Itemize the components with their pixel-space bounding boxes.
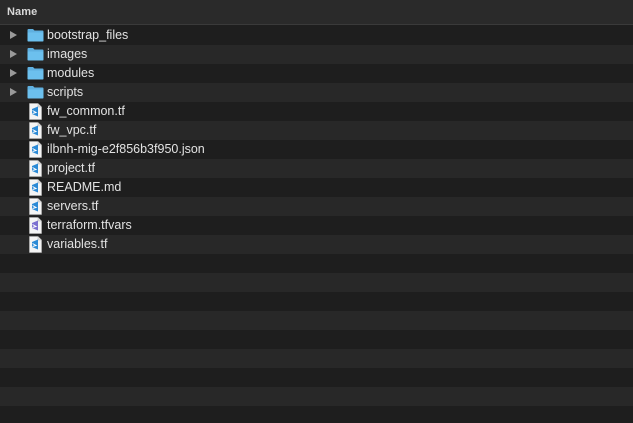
disclosure-triangle-icon[interactable] [10, 69, 17, 77]
empty-row [0, 292, 633, 311]
vscode-file-icon [29, 103, 42, 120]
empty-row [0, 311, 633, 330]
item-name: modules [47, 66, 95, 80]
item-name: README.md [47, 180, 122, 194]
folder-icon [27, 66, 44, 80]
file-row[interactable]: project.tf [0, 159, 633, 178]
vscode-file-icon [29, 141, 42, 158]
disclosure-triangle-icon[interactable] [10, 50, 17, 58]
item-name: fw_vpc.tf [47, 123, 97, 137]
item-name: scripts [47, 85, 84, 99]
file-row[interactable]: servers.tf [0, 197, 633, 216]
name-column-header[interactable]: Name [7, 6, 37, 18]
vscode-file-icon [29, 198, 42, 215]
file-row[interactable]: ilbnh-mig-e2f856b3f950.json [0, 140, 633, 159]
item-name: bootstrap_files [47, 28, 129, 42]
empty-row [0, 368, 633, 387]
empty-row [0, 406, 633, 423]
folder-row[interactable]: images [0, 45, 633, 64]
folder-row[interactable]: scripts [0, 83, 633, 102]
item-name: terraform.tfvars [47, 218, 132, 232]
vscode-file-icon [29, 236, 42, 253]
item-name: images [47, 47, 88, 61]
vscode-file-icon [29, 179, 42, 196]
folder-icon [27, 47, 44, 61]
disclosure-triangle-icon[interactable] [10, 31, 17, 39]
folder-row[interactable]: modules [0, 64, 633, 83]
vscode-file-icon [29, 122, 42, 139]
file-row[interactable]: README.md [0, 178, 633, 197]
empty-row [0, 349, 633, 368]
item-name: project.tf [47, 161, 95, 175]
file-row[interactable]: fw_common.tf [0, 102, 633, 121]
file-row[interactable]: terraform.tfvars [0, 216, 633, 235]
folder-icon [27, 85, 44, 99]
empty-row [0, 273, 633, 292]
item-name: ilbnh-mig-e2f856b3f950.json [47, 142, 205, 156]
item-name: fw_common.tf [47, 104, 125, 118]
empty-row [0, 330, 633, 349]
empty-row [0, 254, 633, 273]
file-row[interactable]: variables.tf [0, 235, 633, 254]
column-header: Name [0, 0, 633, 25]
folder-icon [27, 28, 44, 42]
empty-row [0, 387, 633, 406]
vscode-file-icon [29, 160, 42, 177]
tfvars-file-icon [29, 217, 42, 234]
file-browser: Name bootstrap_filesimages modules scripts… [0, 0, 633, 423]
file-row[interactable]: fw_vpc.tf [0, 121, 633, 140]
file-list: bootstrap_filesimages modules scripts fw_co… [0, 26, 633, 423]
folder-row[interactable]: bootstrap_files [0, 26, 633, 45]
item-name: servers.tf [47, 199, 99, 213]
item-name: variables.tf [47, 237, 108, 251]
disclosure-triangle-icon[interactable] [10, 88, 17, 96]
